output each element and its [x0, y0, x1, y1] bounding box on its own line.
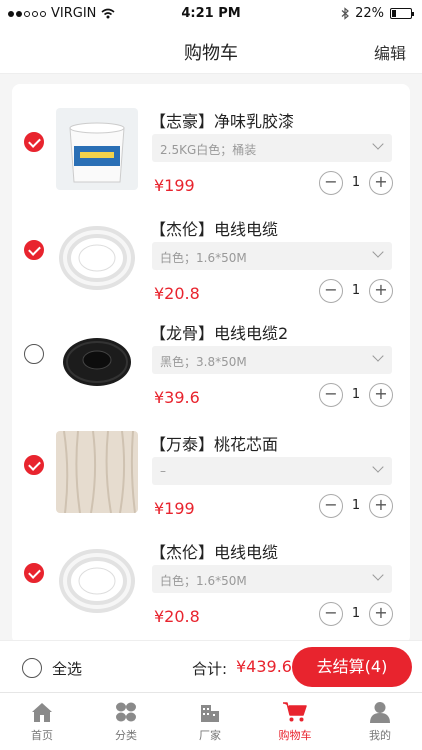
cart-item: 【万泰】桃花芯面 – ¥199 − 1 +: [12, 407, 410, 518]
battery-percent: 22%: [355, 6, 384, 21]
bluetooth-icon: [341, 7, 350, 20]
nav-bar: 购物车 编辑: [0, 28, 422, 74]
cart-item: 【龙骨】电线电缆2 黑色；3.8*50M ¥39.6 − 1 +: [12, 296, 410, 407]
spec-selector[interactable]: 黑色；3.8*50M: [152, 346, 392, 374]
item-price: ¥39.6: [154, 388, 200, 407]
tab-label: 分类: [115, 729, 137, 742]
tab-bar: 首页 分类 厂家 购物车 我的: [0, 692, 422, 750]
tab-label: 首页: [31, 729, 53, 742]
checkout-bar: 全选 合计: ¥439.6 去结算(4): [0, 640, 422, 692]
spec-selector[interactable]: 2.5KG白色；桶装: [152, 134, 392, 162]
status-right: 22%: [341, 6, 414, 21]
item-price: ¥20.8: [154, 607, 200, 626]
quantity-value: 1: [351, 175, 361, 190]
item-title[interactable]: 【杰伦】电线电缆: [150, 539, 278, 563]
status-bar: VIRGIN 4:21 PM 22%: [0, 0, 422, 28]
tab-cart[interactable]: 购物车: [253, 701, 337, 743]
white-cable-image[interactable]: [56, 216, 138, 298]
spec-selector[interactable]: –: [152, 457, 392, 485]
chevron-down-icon: [372, 569, 384, 581]
item-title[interactable]: 【龙骨】电线电缆2: [150, 320, 288, 344]
quantity-value: 1: [351, 387, 361, 402]
tab-profile[interactable]: 我的: [338, 701, 422, 743]
item-title[interactable]: 【杰伦】电线电缆: [150, 216, 278, 240]
spec-selector[interactable]: 白色；1.6*50M: [152, 565, 392, 593]
spec-text: 2.5KG白色；桶装: [160, 143, 257, 157]
item-checkbox[interactable]: [24, 563, 44, 583]
profile-icon: [370, 702, 390, 723]
black-cable-image[interactable]: [56, 320, 138, 402]
quantity-stepper: − 1 +: [319, 602, 393, 626]
spec-selector[interactable]: 白色；1.6*50M: [152, 242, 392, 270]
battery-icon: [390, 8, 414, 19]
factory-icon: [201, 705, 219, 722]
cart-item: 【杰伦】电线电缆 白色；1.6*50M ¥20.8 − 1 +: [12, 192, 410, 303]
tab-label: 我的: [369, 729, 391, 742]
select-all-label[interactable]: 全选: [52, 658, 82, 679]
total-label: 合计:: [192, 660, 228, 678]
chevron-down-icon: [372, 138, 384, 150]
wood-panel-image[interactable]: [56, 431, 138, 513]
spec-text: –: [160, 464, 166, 478]
cart-icon: [283, 702, 307, 722]
chevron-down-icon: [372, 246, 384, 258]
tab-category[interactable]: 分类: [84, 701, 168, 743]
decrease-button[interactable]: −: [319, 602, 343, 626]
quantity-value: 1: [351, 606, 361, 621]
increase-button[interactable]: +: [369, 383, 393, 407]
quantity-value: 1: [351, 498, 361, 513]
item-checkbox[interactable]: [24, 455, 44, 475]
increase-button[interactable]: +: [369, 602, 393, 626]
decrease-button[interactable]: −: [319, 383, 343, 407]
spec-text: 黑色；3.8*50M: [160, 355, 247, 369]
item-checkbox[interactable]: [24, 240, 44, 260]
item-title[interactable]: 【志豪】净味乳胶漆: [150, 108, 294, 132]
item-checkbox[interactable]: [24, 344, 44, 364]
total-amount: ¥439.6: [236, 657, 292, 676]
spec-text: 白色；1.6*50M: [160, 251, 247, 265]
home-icon: [32, 703, 52, 722]
checkout-button[interactable]: 去结算(4): [292, 647, 412, 687]
edit-button[interactable]: 编辑: [374, 40, 406, 64]
category-icon: [116, 702, 136, 722]
chevron-down-icon: [372, 350, 384, 362]
item-title[interactable]: 【万泰】桃花芯面: [150, 431, 278, 455]
item-checkbox[interactable]: [24, 132, 44, 152]
white-cable-image[interactable]: [56, 539, 138, 621]
chevron-down-icon: [372, 461, 384, 473]
tab-label: 购物车: [278, 729, 312, 742]
cart-item: 【志豪】净味乳胶漆 2.5KG白色；桶装 ¥199 − 1 +: [12, 84, 410, 195]
cart-list: 【志豪】净味乳胶漆 2.5KG白色；桶装 ¥199 − 1 + 【杰伦】电线电缆…: [12, 84, 410, 644]
spec-text: 白色；1.6*50M: [160, 574, 247, 588]
tab-factory[interactable]: 厂家: [168, 701, 252, 743]
select-all-checkbox[interactable]: [22, 658, 42, 678]
quantity-stepper: − 1 +: [319, 383, 393, 407]
tab-home[interactable]: 首页: [0, 701, 84, 743]
cart-item: 【杰伦】电线电缆 白色；1.6*50M ¥20.8 − 1 +: [12, 515, 410, 626]
tab-label: 厂家: [199, 729, 221, 742]
page-title: 购物车: [184, 43, 238, 64]
paint-bucket-image[interactable]: [56, 108, 138, 190]
